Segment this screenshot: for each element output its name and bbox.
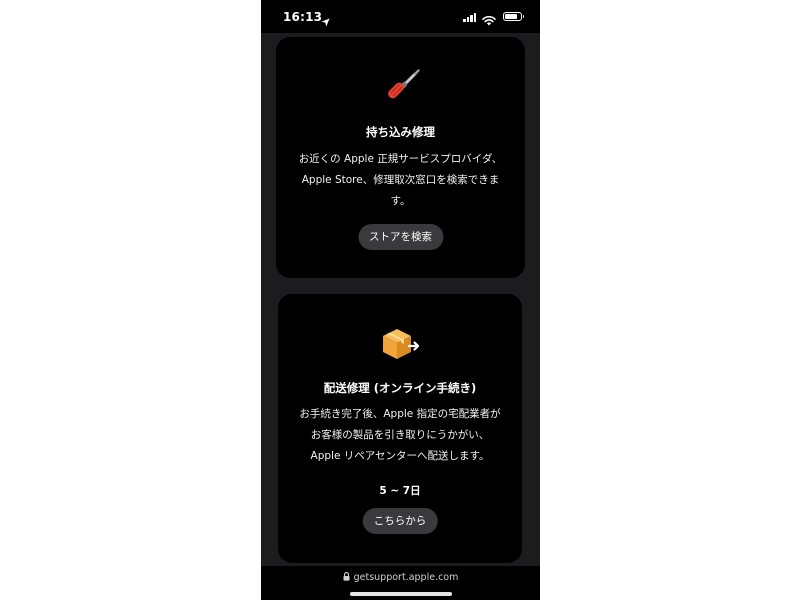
phone-screen: 16:13 持ち込み修理 お近くの Apple 正規サービスプロバイダ、 App… bbox=[261, 0, 540, 600]
card-title: 配送修理 (オンライン手続き) bbox=[323, 381, 477, 395]
shipping-box-icon bbox=[379, 324, 421, 368]
status-bar: 16:13 bbox=[261, 0, 540, 33]
search-store-button[interactable]: ストアを検索 bbox=[358, 224, 443, 250]
description-line: お手続き完了後、Apple 指定の宅配業者が bbox=[299, 408, 501, 420]
lock-icon bbox=[343, 572, 350, 584]
url-text: getsupport.apple.com bbox=[353, 572, 459, 583]
screwdriver-icon bbox=[379, 66, 423, 114]
address-display[interactable]: getsupport.apple.com bbox=[261, 572, 540, 584]
card-description: お近くの Apple 正規サービスプロバイダ、 Apple Store、修理取次… bbox=[286, 149, 515, 212]
mail-in-repair-card: 配送修理 (オンライン手続き) お手続き完了後、Apple 指定の宅配業者が お… bbox=[278, 294, 522, 563]
repair-duration: 5 ~ 7日 bbox=[379, 485, 421, 497]
home-indicator[interactable] bbox=[350, 592, 452, 596]
start-here-button[interactable]: こちらから bbox=[362, 508, 438, 534]
wifi-icon bbox=[482, 11, 496, 30]
status-time: 16:13 bbox=[283, 10, 323, 24]
browser-address-bar[interactable]: getsupport.apple.com bbox=[261, 566, 540, 600]
cellular-signal-icon bbox=[463, 12, 477, 22]
card-title: 持ち込み修理 bbox=[366, 125, 435, 139]
location-arrow-icon bbox=[321, 12, 330, 31]
carry-in-repair-card: 持ち込み修理 お近くの Apple 正規サービスプロバイダ、 Apple Sto… bbox=[276, 37, 525, 278]
description-line: お客様の製品を引き取りにうかがい、 bbox=[310, 429, 490, 441]
description-line: Apple リペアセンターへ配送します。 bbox=[310, 450, 490, 462]
battery-icon bbox=[503, 12, 524, 21]
description-line: す。 bbox=[390, 195, 411, 207]
description-line: お近くの Apple 正規サービスプロバイダ、 bbox=[298, 153, 503, 165]
card-description: お手続き完了後、Apple 指定の宅配業者が お客様の製品を引き取りにうかがい、… bbox=[288, 404, 512, 467]
description-line: Apple Store、修理取次窓口を検索できま bbox=[301, 174, 500, 186]
